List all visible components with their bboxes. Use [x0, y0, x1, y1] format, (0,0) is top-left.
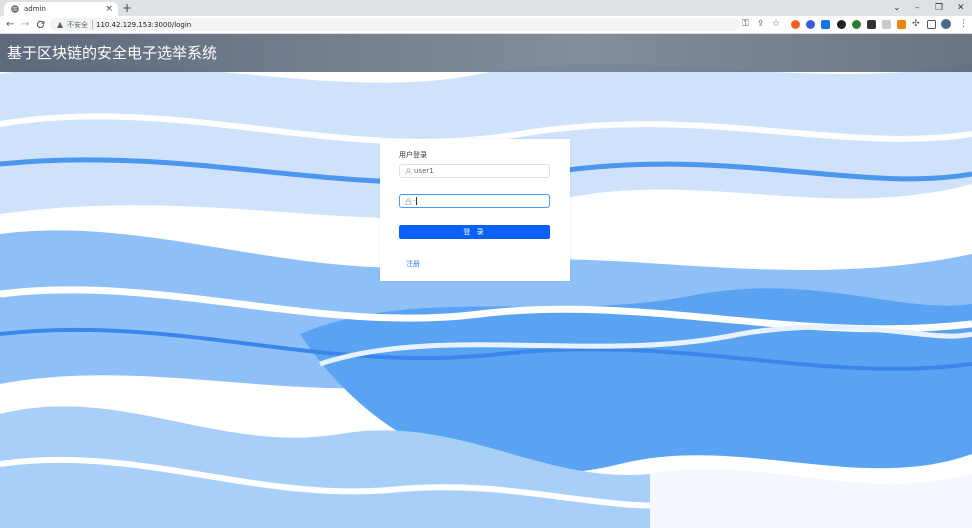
- login-button[interactable]: 登 录: [399, 225, 550, 239]
- text-caret: [416, 197, 417, 205]
- marble-background: [0, 34, 972, 528]
- extension-new-icon[interactable]: [821, 20, 830, 29]
- user-icon: [405, 168, 412, 175]
- login-card: 用户登录 user1 · 登 录 注册: [380, 139, 570, 281]
- warning-icon: ▲: [57, 20, 64, 29]
- browser-tabstrip: admin × + ⌄ – ❐ ✕: [0, 0, 972, 16]
- browser-tab[interactable]: admin ×: [4, 2, 118, 16]
- restore-button[interactable]: ❐: [935, 2, 943, 14]
- password-field[interactable]: ·: [399, 194, 550, 208]
- tab-search-button[interactable]: ⌄: [893, 2, 901, 14]
- extension-green-icon[interactable]: [852, 20, 861, 29]
- url-text[interactable]: 110.42.129.153:3000/login: [96, 21, 191, 29]
- address-divider: [92, 20, 93, 29]
- close-window-button[interactable]: ✕: [957, 2, 965, 14]
- register-link[interactable]: 注册: [406, 260, 420, 269]
- forward-button[interactable]: →: [21, 19, 29, 31]
- star-icon[interactable]: ☆: [772, 19, 780, 29]
- extension-blue-icon[interactable]: [806, 20, 815, 29]
- tab-title: admin: [24, 5, 46, 13]
- address-bar[interactable]: ▲ 不安全 110.42.129.153:3000/login: [50, 18, 740, 31]
- login-title: 用户登录: [399, 151, 427, 159]
- reload-icon[interactable]: [36, 20, 45, 29]
- key-icon[interactable]: ⚿: [742, 19, 749, 29]
- extension-page-icon[interactable]: [882, 20, 891, 29]
- extension-fox-icon[interactable]: [897, 20, 906, 29]
- site-header: 基于区块链的安全电子选举系统: [0, 34, 972, 72]
- tab-close-button[interactable]: ×: [105, 4, 113, 14]
- username-value: user1: [414, 167, 434, 175]
- menu-kebab-icon[interactable]: ⋮: [959, 19, 968, 29]
- extension-dark-icon[interactable]: [837, 20, 846, 29]
- extension-grid-icon[interactable]: [867, 20, 876, 29]
- lock-icon: [405, 198, 412, 205]
- minimize-button[interactable]: –: [915, 2, 920, 14]
- extension-orange-icon[interactable]: [791, 20, 800, 29]
- page-viewport: 基于区块链的安全电子选举系统 用户登录 user1 · 登 录 注册: [0, 34, 972, 528]
- browser-toolbar: ← → ▲ 不安全 110.42.129.153:3000/login ⚿ ⇪ …: [0, 16, 972, 34]
- security-label[interactable]: 不安全: [67, 21, 88, 29]
- password-mask: ·: [413, 197, 416, 205]
- username-field[interactable]: user1: [399, 164, 550, 178]
- back-button[interactable]: ←: [6, 19, 14, 31]
- share-icon[interactable]: ⇪: [757, 19, 765, 29]
- puzzle-icon[interactable]: ✣: [912, 19, 920, 29]
- globe-icon: [11, 5, 19, 13]
- site-title: 基于区块链的安全电子选举系统: [7, 44, 218, 62]
- new-tab-button[interactable]: +: [122, 1, 132, 15]
- avatar[interactable]: [941, 19, 951, 29]
- sidepanel-icon[interactable]: [927, 20, 936, 29]
